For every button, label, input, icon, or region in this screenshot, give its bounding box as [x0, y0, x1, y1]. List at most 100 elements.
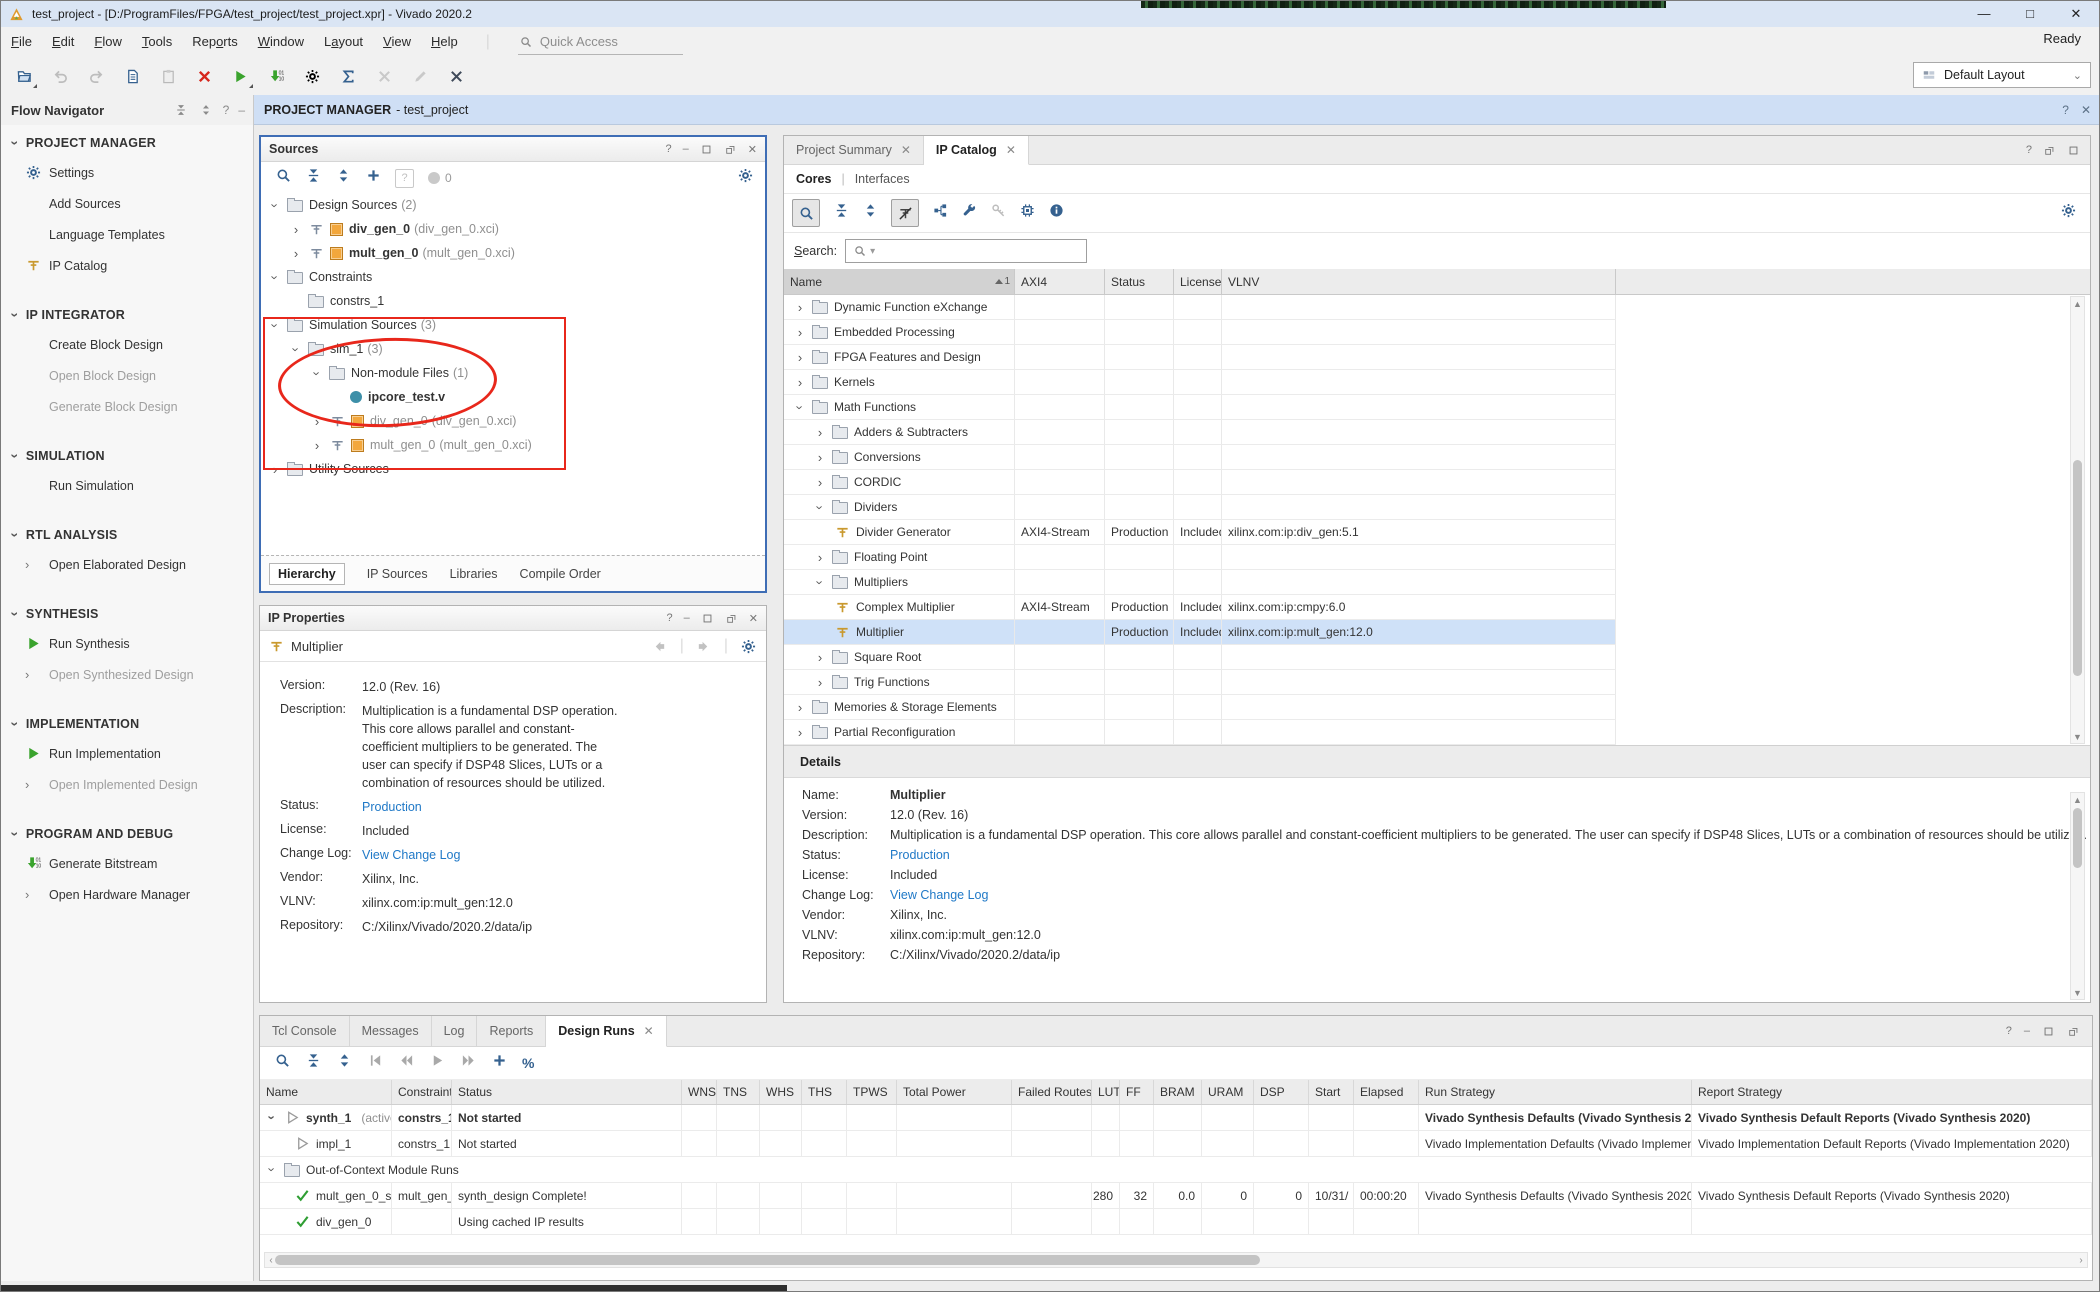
runs-column-bram[interactable]: BRAM — [1154, 1080, 1202, 1104]
close-icon[interactable]: ✕ — [2081, 103, 2091, 117]
help-icon[interactable]: ? — [223, 103, 230, 117]
help-icon[interactable]: ? — [2006, 1025, 2012, 1037]
flow-item-open-implemented-design[interactable]: ›Open Implemented Design — [1, 769, 253, 800]
paste-button[interactable] — [155, 63, 181, 89]
maximize-button[interactable]: □ — [2007, 1, 2053, 27]
run-row-div-gen-0[interactable]: div_gen_0Using cached IP results — [260, 1209, 2092, 1235]
menu-tools[interactable]: Tools — [132, 27, 182, 57]
catalog-row-dynamic-function-exchange[interactable]: ›Dynamic Function eXchange — [784, 295, 1616, 320]
runs-column-report-strategy[interactable]: Report Strategy — [1692, 1080, 2092, 1104]
chevron-right-icon[interactable]: › — [814, 552, 826, 563]
cancel-button[interactable] — [371, 63, 397, 89]
runs-column-dsp[interactable]: DSP — [1254, 1080, 1309, 1104]
runs-column-wns[interactable]: WNS — [682, 1080, 717, 1104]
catalog-row-multipliers[interactable]: ›Multipliers — [784, 570, 1616, 595]
step-forward-button[interactable] — [460, 1053, 476, 1074]
sources-tab-libraries[interactable]: Libraries — [450, 567, 498, 581]
catalog-row-complex-multiplier[interactable]: Complex MultiplierAXI4-StreamProductionI… — [784, 595, 1616, 620]
close-panel-icon[interactable]: ✕ — [749, 612, 758, 625]
add-sources-button[interactable] — [365, 168, 381, 189]
scroll-up-icon[interactable]: ▲ — [2071, 793, 2084, 806]
flow-section-header-ip-integrator[interactable]: ›IP INTEGRATOR — [1, 301, 253, 329]
chevron-right-icon[interactable]: › — [814, 452, 826, 463]
column-header-license[interactable]: License — [1174, 269, 1222, 294]
bottom-tab-tcl-console[interactable]: Tcl Console — [260, 1016, 350, 1046]
catalog-row-fpga-features-and-design[interactable]: ›FPGA Features and Design — [784, 345, 1616, 370]
menu-window[interactable]: Window — [248, 27, 314, 57]
license-button[interactable] — [990, 203, 1006, 224]
catalog-row-square-root[interactable]: ›Square Root — [784, 645, 1616, 670]
scroll-down-icon[interactable]: ▼ — [2071, 730, 2084, 743]
edit-button[interactable] — [407, 63, 433, 89]
chevron-down-icon[interactable]: › — [815, 501, 826, 513]
column-header-axi4[interactable]: AXI4 — [1015, 269, 1105, 294]
close-button[interactable]: ✕ — [2053, 1, 2099, 27]
settings-button[interactable] — [737, 168, 753, 189]
go-to-first-button[interactable] — [367, 1053, 383, 1074]
minimize-panel-icon[interactable]: – — [683, 143, 689, 155]
expand-all-button[interactable] — [862, 203, 878, 224]
flow-section-header-rtl-analysis[interactable]: ›RTL ANALYSIS — [1, 521, 253, 549]
catalog-row-cordic[interactable]: ›CORDIC — [784, 470, 1616, 495]
tab-project-summary[interactable]: Project Summary✕ — [784, 136, 924, 164]
flow-section-header-implementation[interactable]: ›IMPLEMENTATION — [1, 710, 253, 738]
redo-button[interactable] — [83, 63, 109, 89]
expand-all-icon[interactable] — [198, 102, 214, 118]
minimize-panel-icon[interactable]: – — [2024, 1025, 2030, 1037]
catalog-row-multiplier[interactable]: MultiplierProductionIncludedxilinx.com:i… — [784, 620, 1616, 645]
percent-button[interactable]: % — [522, 1055, 534, 1071]
details-scrollbar[interactable]: ▲ ▼ — [2070, 792, 2085, 1000]
tab-ip-catalog[interactable]: IP Catalog✕ — [924, 136, 1029, 165]
column-header-vlnv[interactable]: VLNV — [1222, 269, 1616, 294]
subtab-cores[interactable]: Cores — [796, 172, 831, 186]
scroll-down-icon[interactable]: ▼ — [2071, 986, 2084, 999]
flow-item-language-templates[interactable]: Language Templates — [1, 219, 253, 250]
close-tab-icon[interactable]: ✕ — [901, 143, 911, 157]
flow-item-create-block-design[interactable]: Create Block Design — [1, 329, 253, 360]
flow-item-settings[interactable]: Settings — [1, 157, 253, 188]
group-by-hierarchy-button[interactable] — [932, 203, 948, 224]
help-icon[interactable]: ? — [666, 143, 672, 155]
runs-column-ths[interactable]: THS — [802, 1080, 847, 1104]
search-button[interactable] — [792, 199, 820, 227]
subtab-interfaces[interactable]: Interfaces — [855, 172, 910, 186]
flow-section-header-simulation[interactable]: ›SIMULATION — [1, 442, 253, 470]
sum-button[interactable] — [335, 63, 361, 89]
column-header-status[interactable]: Status — [1105, 269, 1174, 294]
run-row-out-of-context-module-runs[interactable]: ›Out-of-Context Module Runs — [260, 1157, 2092, 1183]
source-item-div-gen-0[interactable]: ›div_gen_0 (div_gen_0.xci) — [261, 217, 765, 241]
float-panel-icon[interactable] — [724, 143, 737, 156]
source-item-constrs-1[interactable]: constrs_1 — [261, 289, 765, 313]
horizontal-scrollbar[interactable]: ‹ › — [264, 1252, 2088, 1268]
catalog-row-partial-reconfiguration[interactable]: ›Partial Reconfiguration — [784, 720, 1616, 745]
run-row-impl-1[interactable]: impl_1constrs_1Not startedVivado Impleme… — [260, 1131, 2092, 1157]
open-project-button[interactable] — [11, 63, 37, 89]
runs-column-constraints[interactable]: Constraints — [392, 1080, 452, 1104]
catalog-row-dividers[interactable]: ›Dividers — [784, 495, 1616, 520]
runs-column-uram[interactable]: URAM — [1202, 1080, 1254, 1104]
chevron-down-icon[interactable]: › — [270, 271, 281, 283]
field-value[interactable]: Production — [362, 798, 620, 816]
layout-selector[interactable]: Default Layout ⌄ — [1913, 62, 2091, 88]
menu-layout[interactable]: Layout — [314, 27, 373, 57]
menu-flow[interactable]: Flow — [84, 27, 131, 57]
collapse-all-button[interactable] — [305, 1053, 321, 1074]
help-icon[interactable]: ? — [2026, 144, 2032, 156]
close-tab-icon[interactable]: ✕ — [1006, 143, 1016, 157]
chevron-down-icon[interactable]: › — [267, 1112, 278, 1124]
run-button[interactable] — [227, 63, 253, 89]
chevron-right-icon[interactable]: › — [794, 302, 806, 313]
flow-item-ip-catalog[interactable]: IP Catalog — [1, 250, 253, 281]
maximize-panel-icon[interactable] — [701, 612, 714, 625]
information-button[interactable] — [1048, 203, 1064, 224]
sources-tab-compile-order[interactable]: Compile Order — [520, 567, 601, 581]
flow-item-run-simulation[interactable]: Run Simulation — [1, 470, 253, 501]
flow-item-generate-block-design[interactable]: Generate Block Design — [1, 391, 253, 422]
runs-column-status[interactable]: Status — [452, 1080, 682, 1104]
runs-column-failed-routes[interactable]: Failed Routes — [1012, 1080, 1092, 1104]
search-button[interactable] — [275, 168, 291, 189]
runs-column-total-power[interactable]: Total Power — [897, 1080, 1012, 1104]
hide-superseded-button[interactable] — [891, 199, 919, 227]
run-row-mult-gen-0-synth-1[interactable]: mult_gen_0_synth_1mult_gen_0synth_design… — [260, 1183, 2092, 1209]
minimize-panel-icon[interactable]: – — [684, 612, 690, 624]
